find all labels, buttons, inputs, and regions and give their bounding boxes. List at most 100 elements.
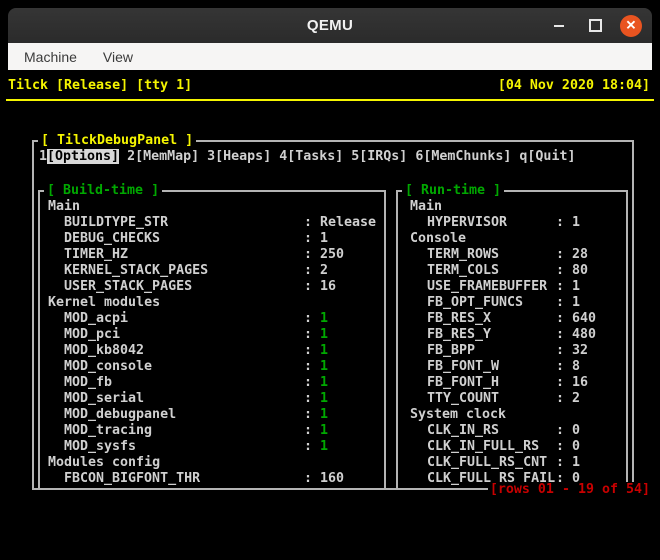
run-time-panel: [ Run-time ] Main HYPERVISOR: 1 Console TER… [396, 183, 628, 490]
colon: : [304, 327, 321, 342]
config-row: MOD_console: 1 [40, 359, 384, 375]
tab-quit[interactable]: q[Quit] [519, 149, 575, 165]
config-row: FB_OPT_FUNCS: 1 [398, 295, 626, 311]
terminal-display[interactable]: Tilck [Release] [tty 1] [04 Nov 2020 18:… [0, 70, 660, 560]
colon: : [556, 343, 573, 358]
colon: : [304, 439, 321, 454]
config-row: MOD_tracing: 1 [40, 423, 384, 439]
config-row: TERM_COLS: 80 [398, 263, 626, 279]
config-row: MOD_sysfs: 1 [40, 439, 384, 455]
build-time-rows: Main BUILDTYPE_STR: Release DEBUG_CHECKS: … [40, 199, 384, 487]
config-value-group: : 2 [556, 391, 580, 407]
tab-key: 3 [207, 149, 216, 164]
colon: : [304, 311, 321, 326]
colon: : [556, 215, 573, 230]
config-row: TERM_ROWS: 28 [398, 247, 626, 263]
tab-label: [MemChunks] [423, 149, 512, 164]
config-key: MOD_pci [64, 327, 121, 342]
config-value: 1 [572, 455, 581, 470]
config-key: USER_STACK_PAGES [64, 279, 193, 294]
section-label: Main [410, 199, 443, 214]
config-row: FB_RES_X: 640 [398, 311, 626, 327]
tab-irqs[interactable]: 5[IRQs] [351, 149, 407, 165]
config-row: FB_RES_Y: 480 [398, 327, 626, 343]
config-section-row: Modules config [40, 455, 384, 471]
config-key: FB_FONT_W [427, 359, 500, 374]
colon: : [304, 231, 321, 246]
config-value-group: : 1 [304, 327, 328, 343]
config-value-group: : 80 [556, 263, 588, 279]
colon: : [556, 359, 573, 374]
config-key: TTY_COUNT [427, 391, 500, 406]
colon: : [556, 263, 573, 278]
config-row: FBCON_BIGFONT_THR: 160 [40, 471, 384, 487]
close-icon: ✕ [625, 17, 637, 33]
tab-memchunks[interactable]: 6[MemChunks] [415, 149, 511, 165]
config-value-group: : 16 [556, 375, 588, 391]
colon: : [304, 407, 321, 422]
config-row: TTY_COUNT : 2 [398, 391, 626, 407]
maximize-button[interactable] [584, 15, 606, 37]
config-key: MOD_sysfs [64, 439, 137, 454]
menu-machine[interactable]: Machine [24, 49, 77, 65]
colon: : [304, 263, 321, 278]
colon: : [556, 247, 573, 262]
minimize-button[interactable] [548, 15, 570, 37]
config-value: 8 [572, 359, 581, 374]
titlebar[interactable]: QEMU ✕ [8, 8, 652, 44]
config-key: FB_BPP [427, 343, 476, 358]
colon: : [304, 391, 321, 406]
section-label: Kernel modules [48, 295, 161, 310]
config-row: MOD_debugpanel: 1 [40, 407, 384, 423]
config-row: FB_BPP: 32 [398, 343, 626, 359]
config-key: MOD_kb8042 [64, 343, 145, 358]
config-row: BUILDTYPE_STR : Release [40, 215, 384, 231]
config-row: CLK_IN_RS: 0 [398, 423, 626, 439]
colon: : [304, 343, 321, 358]
config-key: USE_FRAMEBUFFER [427, 279, 548, 294]
config-key: FB_RES_Y [427, 327, 492, 342]
config-value: 80 [572, 263, 589, 278]
colon: : [304, 247, 321, 262]
config-value: 1 [320, 311, 329, 326]
maximize-icon [588, 19, 602, 32]
config-value-group: : 1 [304, 311, 328, 327]
tab-label: [Tasks] [287, 149, 344, 164]
config-value-group: : 1 [304, 343, 328, 359]
config-row: FB_FONT_W: 8 [398, 359, 626, 375]
config-key: MOD_fb [64, 375, 113, 390]
close-button[interactable]: ✕ [620, 14, 642, 37]
tab-key: 1 [39, 149, 48, 164]
config-value-group: : 8 [556, 359, 580, 375]
config-key: CLK_IN_FULL_RS [427, 439, 540, 454]
config-value: 1 [572, 295, 581, 310]
config-value: 1 [320, 407, 329, 422]
colon: : [556, 423, 573, 438]
config-value: 32 [572, 343, 589, 358]
config-value: 1 [320, 375, 329, 390]
config-section-row: Kernel modules [40, 295, 384, 311]
menu-view[interactable]: View [103, 49, 133, 65]
tab-tasks[interactable]: 4[Tasks] [279, 149, 343, 165]
config-value: 0 [572, 423, 581, 438]
colon: : [556, 455, 573, 470]
tab-heaps[interactable]: 3[Heaps] [207, 149, 271, 165]
config-row: MOD_serial: 1 [40, 391, 384, 407]
status-clock: [04 Nov 2020 18:04] [497, 78, 650, 93]
config-value: 2 [320, 263, 329, 278]
config-key: TERM_ROWS [427, 247, 500, 262]
tab-options[interactable]: 1[Options] [39, 149, 120, 165]
config-value-group: : Release [304, 215, 376, 231]
config-value-group: : 2 [304, 263, 328, 279]
config-key: BUILDTYPE_STR [64, 215, 169, 230]
config-value: Release [320, 215, 377, 230]
config-row: KERNEL_STACK_PAGES: 2 [40, 263, 384, 279]
tab-memmap[interactable]: 2[MemMap] [127, 149, 199, 165]
config-value: 1 [320, 423, 329, 438]
config-key: TIMER_HZ [64, 247, 129, 262]
build-time-panel: [ Build-time ] Main BUILDTYPE_STR: Releas… [38, 183, 386, 490]
config-value-group: : 1 [556, 455, 580, 471]
config-value-group: : 1 [304, 359, 328, 375]
colon: : [304, 471, 321, 486]
debug-panel-tabs: 1[Options] 2[MemMap] 3[Heaps] 4[Tasks] 5[IRQ… [39, 149, 583, 165]
